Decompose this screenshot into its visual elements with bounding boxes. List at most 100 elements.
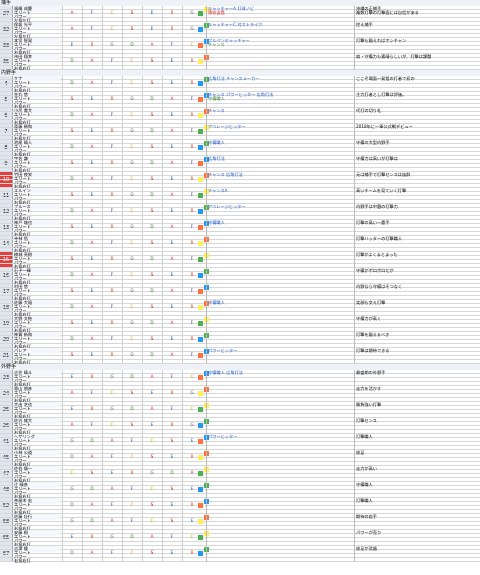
stat-grade: B bbox=[90, 374, 94, 379]
player-comment-2 bbox=[356, 224, 478, 230]
player-skill bbox=[208, 176, 354, 182]
stat-grade: A bbox=[90, 208, 94, 213]
stat-grade: B bbox=[90, 42, 94, 47]
stat-grade: F bbox=[110, 176, 114, 181]
stat-cell bbox=[82, 558, 102, 562]
stat-grade: A bbox=[90, 80, 94, 85]
stat-grade: S bbox=[150, 80, 154, 85]
divider bbox=[354, 284, 355, 300]
stat-grade: D bbox=[70, 336, 74, 341]
player-comment-2 bbox=[356, 256, 478, 262]
status-marker bbox=[198, 272, 203, 278]
stat-grade: B bbox=[90, 534, 94, 539]
stat-grade: S bbox=[70, 160, 74, 165]
player-comment-2 bbox=[356, 406, 478, 412]
stat-grade: G bbox=[150, 470, 154, 475]
stat-grade: B bbox=[110, 288, 114, 293]
stat-cell bbox=[182, 558, 202, 562]
divider bbox=[206, 498, 207, 514]
stat-grade: E bbox=[190, 486, 194, 491]
divider bbox=[354, 92, 355, 108]
divider bbox=[354, 22, 355, 38]
stat-grade: C bbox=[190, 406, 194, 411]
player-block: 27 福嶋 成慶 エリート パワー 左投左打 A F C S E B G キャッチャーA 打球ノビ 積極盗… bbox=[0, 6, 480, 23]
stat-grade: E bbox=[110, 470, 114, 475]
stat-grade: C bbox=[130, 112, 134, 117]
stat-grade: E bbox=[170, 550, 174, 555]
player-block: 47 佐伯 慎一 エリート パワー 右投右打 C S E B G D A 走力が高い bbox=[0, 466, 480, 483]
player-block: 15 楠城 亮樹 エリート パワー 右投右打 S E B G D A F 打撃がよくまとまった bbox=[0, 252, 480, 269]
stat-grade: F bbox=[110, 144, 114, 149]
stat-grade: B bbox=[110, 224, 114, 229]
stat-grade: C bbox=[130, 272, 134, 277]
status-marker bbox=[198, 438, 203, 444]
stat-cell bbox=[142, 558, 162, 562]
player-comment-2 bbox=[356, 352, 478, 358]
player-block: 52 茶屋木 宏エリート パワー 右投右打 D A F C S E B 打撃職人 bbox=[0, 498, 480, 515]
stat-grade: B bbox=[110, 352, 114, 357]
stat-grade: B bbox=[170, 422, 174, 427]
stat-grade: D bbox=[130, 374, 134, 379]
stat-grade: A bbox=[190, 470, 194, 475]
stat-grade: A bbox=[170, 320, 174, 325]
stat-grade: D bbox=[90, 438, 94, 443]
stat-grade: D bbox=[130, 406, 134, 411]
divider bbox=[354, 252, 355, 268]
divider bbox=[206, 418, 207, 434]
divider bbox=[354, 514, 355, 530]
player-block: 35 市田 翔幸 エリート パワー 右投右打 D A F C S E B 肩・守備力も素晴らしいが、打撃… bbox=[0, 54, 480, 71]
status-marker bbox=[198, 42, 203, 48]
player-skill bbox=[208, 26, 354, 32]
divider bbox=[354, 156, 355, 172]
stat-grade: S bbox=[150, 58, 154, 63]
stat-grade: E bbox=[70, 42, 74, 47]
stat-grade: C bbox=[110, 10, 114, 15]
status-marker bbox=[198, 160, 203, 166]
stat-grade: B bbox=[190, 454, 194, 459]
divider bbox=[206, 514, 207, 530]
stat-grade: S bbox=[70, 256, 74, 261]
player-block: 5 金丸 悠エリート パワー 右投右打 S E B G D A F チャンス パワーヒッター 広角打法… bbox=[0, 92, 480, 109]
stat-grade: C bbox=[190, 534, 194, 539]
stat-grade: S bbox=[70, 192, 74, 197]
stat-grade: S bbox=[130, 26, 134, 31]
status-marker bbox=[198, 454, 203, 460]
stat-grade: G bbox=[110, 406, 114, 411]
stat-grade: B bbox=[190, 240, 194, 245]
player-skill: 守備職人 bbox=[208, 96, 225, 101]
status-marker bbox=[198, 486, 203, 492]
player-block: 10 竹田 夜栄 エリート パワー 右投右打 D A F C S E B チャンス 広角打法 元は捕手で打… bbox=[0, 172, 480, 189]
status-marker bbox=[198, 96, 203, 102]
stat-grade: D bbox=[70, 454, 74, 459]
divider bbox=[354, 300, 355, 316]
stat-grade: F bbox=[90, 422, 94, 427]
stat-grade: F bbox=[190, 192, 194, 197]
player-skill bbox=[208, 406, 354, 412]
stat-grade: F bbox=[170, 42, 174, 47]
divider bbox=[206, 108, 207, 124]
stat-grade: S bbox=[130, 390, 134, 395]
stat-grade: A bbox=[90, 304, 94, 309]
stat-grade: E bbox=[150, 390, 154, 395]
divider bbox=[354, 38, 355, 54]
divider bbox=[354, 316, 355, 332]
player-comment-2 bbox=[356, 438, 478, 444]
status-marker bbox=[198, 550, 203, 556]
player-comment-2 bbox=[356, 42, 478, 48]
stat-grade: A bbox=[70, 26, 74, 31]
stat-grade: E bbox=[90, 224, 94, 229]
player-block: 65 安藤 樹エリート パワー 右投右打 E B G D A F C パワーが売り bbox=[0, 530, 480, 547]
player-comment-2 bbox=[356, 112, 478, 118]
divider bbox=[354, 54, 355, 70]
stat-grade: G bbox=[70, 518, 74, 523]
stat-grade: F bbox=[110, 208, 114, 213]
stat-grade: E bbox=[90, 128, 94, 133]
stat-grade: E bbox=[90, 160, 94, 165]
stat-grade: F bbox=[90, 10, 94, 15]
stat-grade: G bbox=[110, 42, 114, 47]
player-comment-2 bbox=[356, 208, 478, 214]
stat-grade: A bbox=[150, 42, 154, 47]
stat-grade: A bbox=[110, 438, 114, 443]
status-marker bbox=[198, 256, 203, 262]
status-marker bbox=[198, 112, 203, 118]
